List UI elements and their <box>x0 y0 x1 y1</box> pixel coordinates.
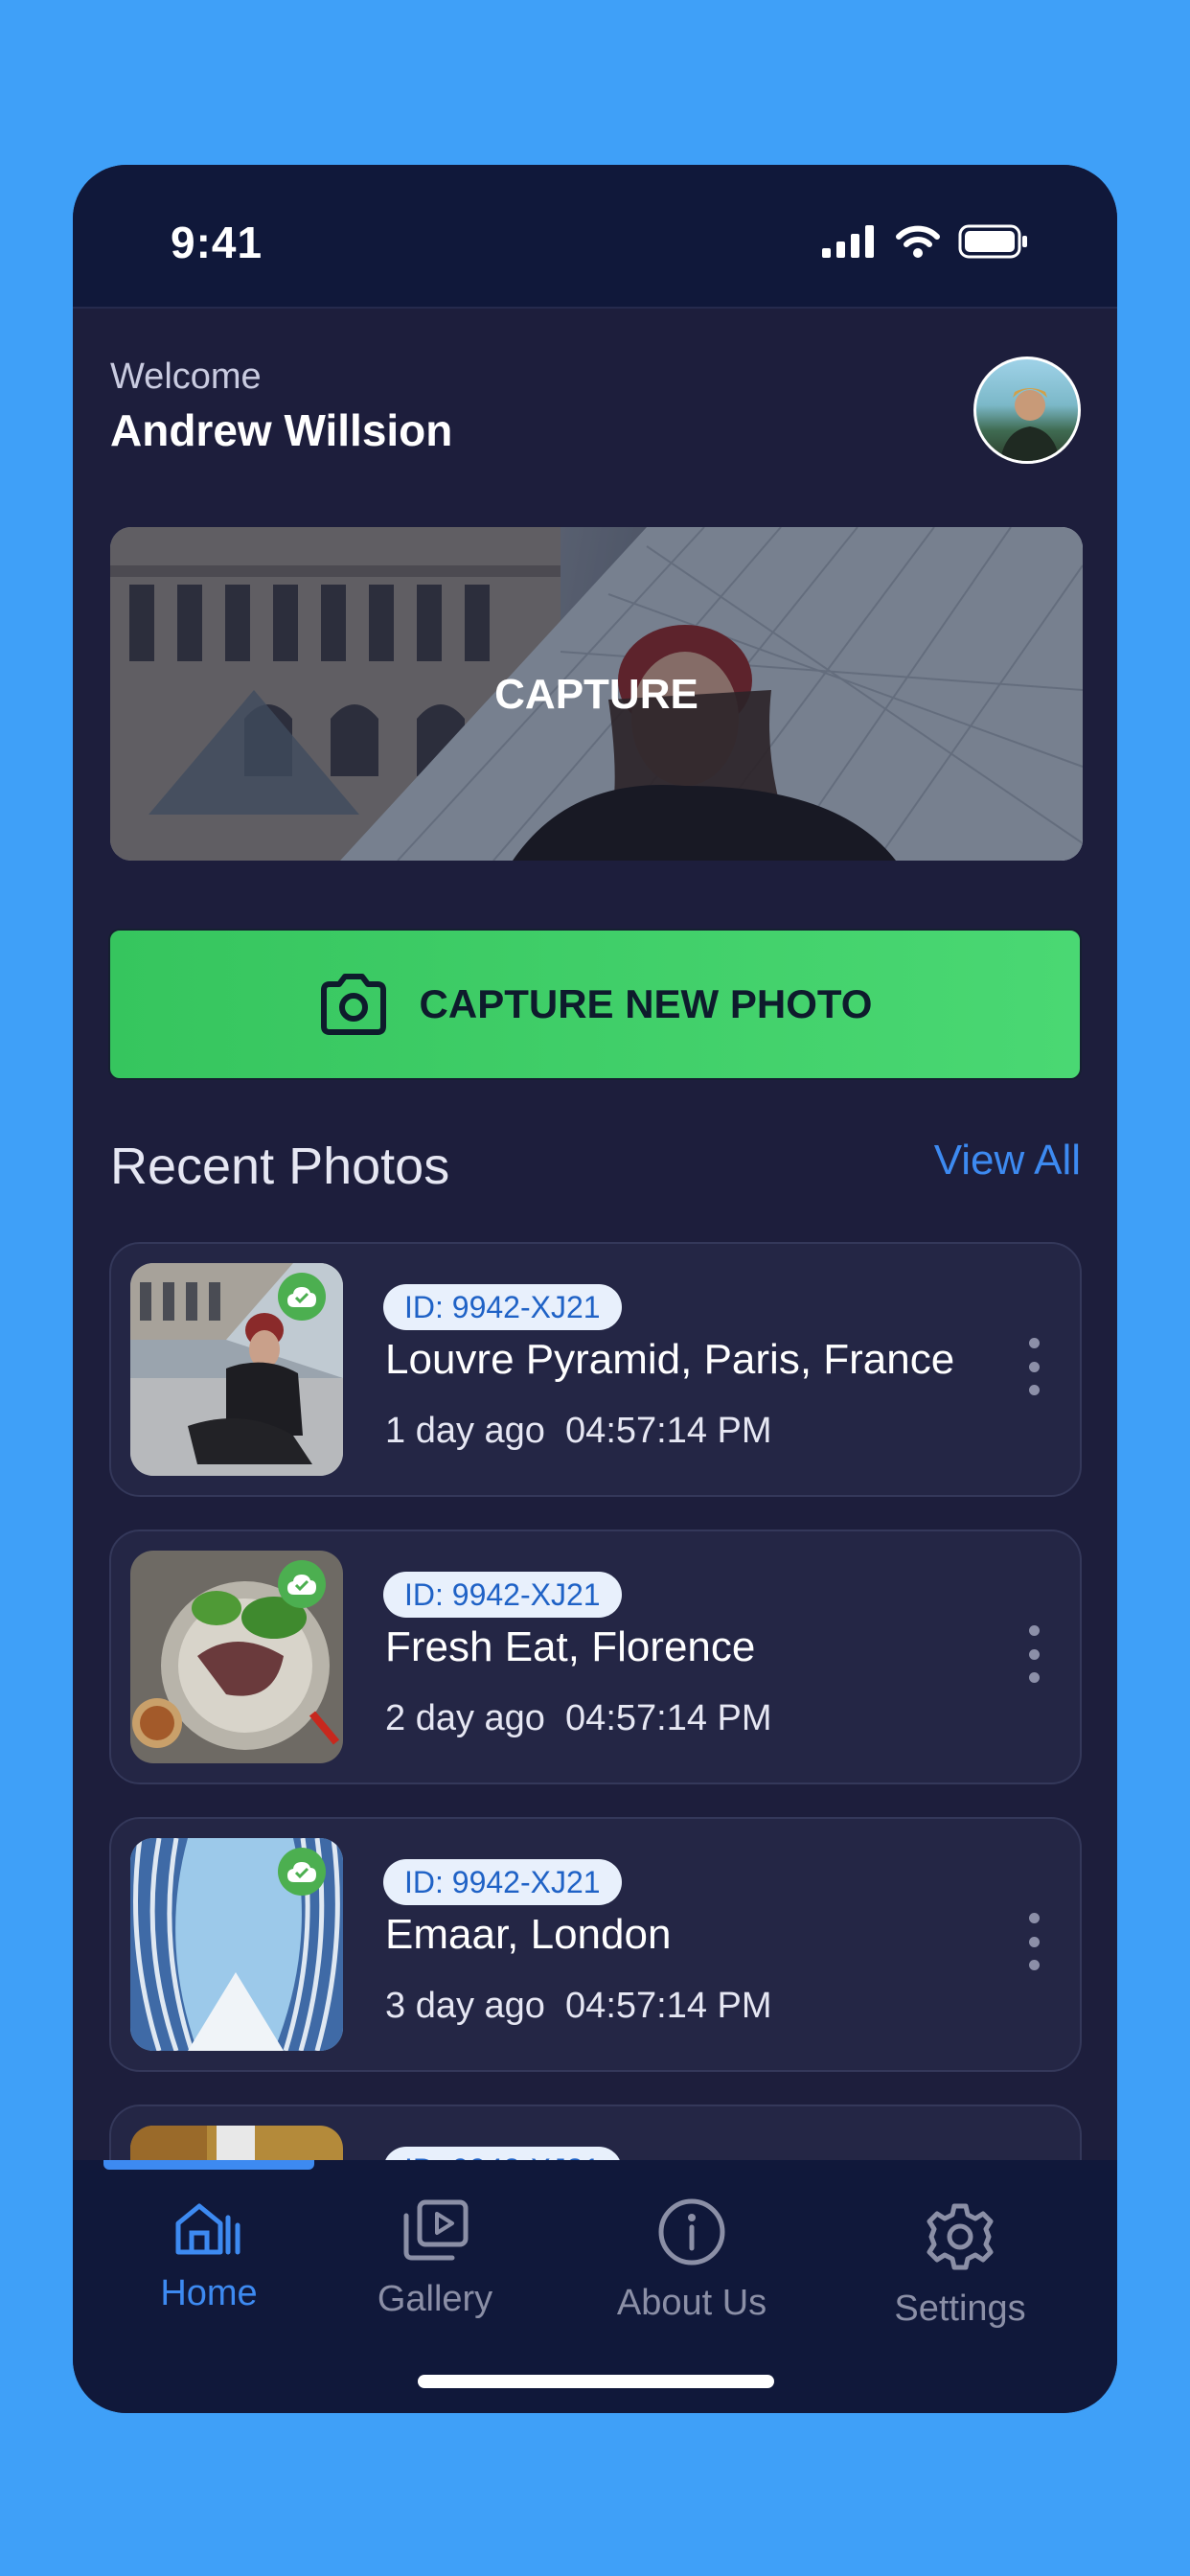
photo-timestamp: 1 day ago 04:57:14 PM <box>385 1411 772 1452</box>
status-time: 9:41 <box>171 218 263 267</box>
battery-icon <box>958 224 1027 259</box>
photo-time: 04:57:14 PM <box>565 1698 772 1738</box>
avatar-person-illustration <box>999 388 1061 461</box>
phone-screen: 9:41 Welcome Andrew Willsion CAPTURE CAP… <box>73 165 1117 2413</box>
home-indicator <box>418 2375 774 2388</box>
gallery-icon <box>403 2199 469 2261</box>
photo-title: Emaar, London <box>385 1911 672 1958</box>
cloud-check-icon <box>287 1575 316 1595</box>
gear-icon <box>927 2203 994 2270</box>
tab-gallery[interactable]: Gallery <box>330 2198 540 2320</box>
cloud-synced-badge <box>278 1273 326 1321</box>
tab-gallery-label: Gallery <box>377 2279 493 2319</box>
more-options-icon[interactable] <box>1022 1625 1045 1683</box>
welcome-label: Welcome <box>110 356 262 397</box>
tab-home[interactable]: Home <box>103 2198 314 2314</box>
photo-time: 04:57:14 PM <box>565 1986 772 2026</box>
cloud-synced-badge <box>278 1560 326 1608</box>
photo-card[interactable]: ID: 9942-XJ21 Louvre Pyramid, Paris, Fra… <box>109 1242 1082 1497</box>
tab-home-label: Home <box>160 2273 258 2313</box>
avatar[interactable] <box>973 356 1081 464</box>
photo-card[interactable]: ID: 9942-XJ21 Emaar, London 3 day ago 04… <box>109 1817 1082 2072</box>
photo-id-pill: ID: 9942-XJ21 <box>383 1572 622 1618</box>
active-tab-indicator <box>103 2160 314 2170</box>
view-all-link[interactable]: View All <box>934 1137 1081 1184</box>
photo-id-pill: ID: 9942-XJ21 <box>383 1859 622 1905</box>
photo-time: 04:57:14 PM <box>565 1411 772 1451</box>
user-name: Andrew Willsion <box>110 405 453 455</box>
photo-age: 2 day ago <box>385 1698 545 1738</box>
photo-age: 3 day ago <box>385 1986 545 2026</box>
photo-thumbnail <box>130 2126 343 2162</box>
more-options-icon[interactable] <box>1022 1338 1045 1395</box>
street-thumbnail-image <box>130 2126 343 2162</box>
photo-card[interactable]: ID: 9942-XJ21 <box>109 2104 1082 2162</box>
recent-photos-title: Recent Photos <box>110 1138 450 1195</box>
status-bar: 9:41 <box>73 165 1117 309</box>
tab-settings-label: Settings <box>894 2288 1026 2329</box>
info-icon <box>658 2198 725 2266</box>
cloud-check-icon <box>287 1287 316 1307</box>
capture-new-photo-button[interactable]: CAPTURE NEW PHOTO <box>108 929 1082 1080</box>
tab-about-us[interactable]: About Us <box>586 2198 797 2324</box>
tab-about-us-label: About Us <box>616 2283 767 2323</box>
photo-title: Fresh Eat, Florence <box>385 1623 756 1670</box>
photo-id-pill: ID: 9942-XJ21 <box>383 1284 622 1330</box>
bottom-navigation: Home Gallery About Us Settings <box>73 2160 1117 2413</box>
cloud-synced-badge <box>278 1848 326 1896</box>
capture-hero-banner[interactable]: CAPTURE <box>110 527 1083 861</box>
more-options-icon[interactable] <box>1022 1913 1045 1970</box>
capture-new-photo-label: CAPTURE NEW PHOTO <box>419 981 873 1026</box>
wifi-icon <box>896 225 940 258</box>
photo-title: Louvre Pyramid, Paris, France <box>385 1336 955 1383</box>
photo-card[interactable]: ID: 9942-XJ21 Fresh Eat, Florence 2 day … <box>109 1530 1082 1784</box>
recent-photos-list: ID: 9942-XJ21 Louvre Pyramid, Paris, Fra… <box>109 1242 1082 2162</box>
cellular-signal-icon <box>822 225 874 258</box>
tab-settings[interactable]: Settings <box>855 2202 1065 2330</box>
camera-icon <box>320 974 386 1035</box>
photo-timestamp: 2 day ago 04:57:14 PM <box>385 1698 772 1739</box>
photo-timestamp: 3 day ago 04:57:14 PM <box>385 1986 772 2027</box>
photo-age: 1 day ago <box>385 1411 545 1451</box>
status-icons <box>822 224 1029 259</box>
cloud-check-icon <box>287 1862 316 1882</box>
home-icon <box>175 2203 240 2255</box>
hero-label: CAPTURE <box>494 671 698 718</box>
